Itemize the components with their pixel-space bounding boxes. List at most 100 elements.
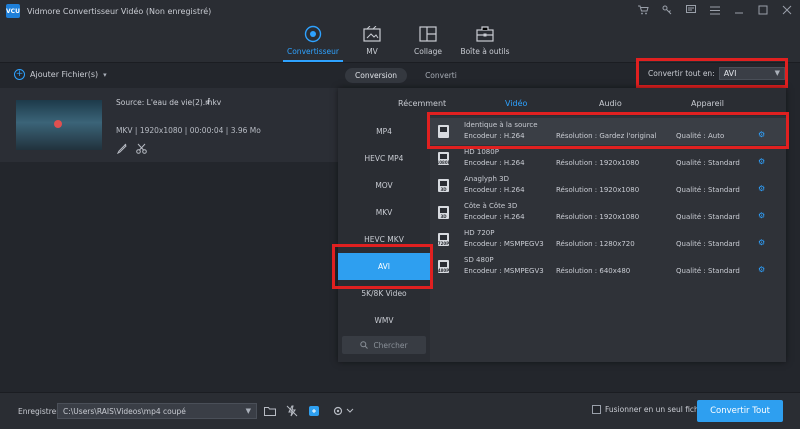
save-path-value: C:\Users\RAIS\Videos\mp4 coupé — [63, 406, 186, 416]
convert-icon — [303, 24, 323, 44]
video-thumbnail[interactable] — [16, 100, 102, 150]
preset-resolution: Résolution : 640x480 — [556, 267, 631, 275]
preset-resolution: Résolution : 1280x720 — [556, 240, 635, 248]
preset-row[interactable]: 720P HD 720P Encodeur : MSMPEGV3 Résolut… — [430, 226, 786, 253]
app-logo-icon: VCU — [6, 4, 20, 18]
video-720p-icon: 720P — [438, 233, 449, 246]
tab-device[interactable]: Appareil — [691, 99, 724, 108]
file-item[interactable]: Source: L'eau de vie(2).mkv i MKV | 1920… — [0, 88, 338, 162]
tab-label: Collage — [414, 47, 442, 56]
bottom-bar: Enregistrer: C:\Users\RAIS\Videos\mp4 co… — [0, 392, 800, 429]
preset-resolution: Résolution : 1920x1080 — [556, 186, 640, 194]
merge-checkbox[interactable] — [592, 405, 601, 414]
settings-gear-icon[interactable] — [330, 403, 356, 419]
tab-collage[interactable]: Collage — [398, 24, 458, 60]
search-icon — [360, 341, 369, 349]
format-item-mkv[interactable]: MKV — [338, 199, 430, 226]
toolbox-icon — [475, 24, 495, 44]
minimize-icon[interactable] — [732, 3, 746, 17]
preset-encoder: Encodeur : H.264 — [464, 159, 525, 167]
add-files-button[interactable]: + Ajouter Fichier(s) ▾ — [14, 69, 107, 80]
merge-option[interactable]: Fusionner en un seul fichier — [592, 405, 709, 414]
save-path-select[interactable]: C:\Users\RAIS\Videos\mp4 coupé ▼ — [57, 403, 257, 419]
preset-resolution: Résolution : 1920x1080 — [556, 159, 640, 167]
gpu-accel-off-icon[interactable] — [284, 403, 300, 419]
preset-row[interactable]: 3D Côte à Côte 3D Encodeur : H.264 Résol… — [430, 199, 786, 226]
plus-icon: + — [14, 69, 25, 80]
maximize-icon[interactable] — [756, 3, 770, 17]
preset-row[interactable]: 1080P HD 1080P Encodeur : H.264 Résoluti… — [430, 145, 786, 172]
convert-all-label: Convertir tout en: — [648, 68, 715, 78]
file-meta: MKV | 1920x1080 | 00:00:04 | 3.96 Mo — [116, 126, 261, 135]
convert-all-value: AVI — [723, 68, 737, 78]
tab-video[interactable]: Vidéo — [505, 99, 527, 108]
edit-icon[interactable] — [116, 142, 128, 154]
gear-icon[interactable]: ⚙ — [758, 157, 765, 166]
preset-name: Anaglyph 3D — [464, 175, 509, 183]
format-item-mov[interactable]: MOV — [338, 172, 430, 199]
video-480p-icon: 480P — [438, 260, 449, 273]
title-bar: VCU Vidmore Convertisseur Vidéo (Non enr… — [0, 0, 800, 22]
format-highlight-box — [332, 244, 433, 289]
main-toolbar: Convertisseur MV Collage Boîte à outils — [0, 22, 800, 62]
collage-icon — [418, 24, 438, 44]
feedback-icon[interactable] — [684, 3, 698, 17]
preset-highlight-box — [427, 112, 789, 149]
tab-toolbox[interactable]: Boîte à outils — [455, 24, 515, 60]
preset-row[interactable]: 480P SD 480P Encodeur : MSMPEGV3 Résolut… — [430, 253, 786, 280]
video-3d-icon: 3D — [438, 206, 449, 219]
preset-list: Identique à la source Encodeur : H.264 R… — [430, 116, 786, 362]
merge-label: Fusionner en un seul fichier — [605, 405, 709, 414]
chevron-down-icon: ▼ — [774, 69, 780, 77]
hardware-accel-icon[interactable] — [306, 403, 322, 419]
tab-audio[interactable]: Audio — [599, 99, 622, 108]
key-icon[interactable] — [660, 3, 674, 17]
preset-quality: Qualité : Standard — [676, 240, 740, 248]
preset-name: HD 1080P — [464, 148, 499, 156]
chevron-down-icon: ▼ — [245, 407, 251, 415]
preset-name: SD 480P — [464, 256, 494, 264]
tab-recent[interactable]: Récemment — [398, 99, 446, 108]
cart-icon[interactable] — [636, 3, 650, 17]
preset-resolution: Résolution : 1920x1080 — [556, 213, 640, 221]
folder-icon[interactable] — [262, 403, 278, 419]
preset-encoder: Encodeur : MSMPEGV3 — [464, 240, 544, 248]
preset-quality: Qualité : Standard — [676, 186, 740, 194]
gear-icon[interactable]: ⚙ — [758, 211, 765, 220]
search-placeholder: Chercher — [373, 340, 408, 350]
info-icon[interactable]: i — [207, 97, 210, 106]
tab-mv[interactable]: MV — [342, 24, 402, 60]
close-icon[interactable] — [780, 3, 794, 17]
tab-converting[interactable]: Conversion — [345, 68, 408, 83]
chevron-down-icon[interactable]: ▾ — [103, 71, 107, 79]
add-files-label: Ajouter Fichier(s) — [30, 70, 99, 79]
preset-quality: Qualité : Standard — [676, 213, 740, 221]
source-filename: Source: L'eau de vie(2).mkv — [116, 98, 222, 107]
format-item-wmv[interactable]: WMV — [338, 307, 430, 334]
tab-label: Convertisseur — [286, 47, 339, 56]
tab-label: MV — [366, 47, 378, 56]
video-3d-icon: 3D — [438, 179, 449, 192]
preset-encoder: Encodeur : H.264 — [464, 186, 525, 194]
menu-icon[interactable] — [708, 3, 722, 17]
save-label: Enregistrer: — [18, 407, 62, 416]
preset-encoder: Encodeur : MSMPEGV3 — [464, 267, 544, 275]
gear-icon[interactable]: ⚙ — [758, 184, 765, 193]
tab-converter[interactable]: Convertisseur — [283, 24, 343, 62]
format-item-hevc-mp4[interactable]: HEVC MP4 — [338, 145, 430, 172]
preset-quality: Qualité : Standard — [676, 267, 740, 275]
gear-icon[interactable]: ⚙ — [758, 238, 765, 247]
window-controls — [636, 3, 794, 17]
format-item-mp4[interactable]: MP4 — [338, 118, 430, 145]
cut-icon[interactable] — [135, 142, 147, 154]
preset-row[interactable]: 3D Anaglyph 3D Encodeur : H.264 Résoluti… — [430, 172, 786, 199]
video-1080p-icon: 1080P — [436, 152, 451, 165]
tab-converted[interactable]: Converti — [415, 68, 467, 83]
convert-all-control: Convertir tout en: AVI ▼ — [636, 58, 788, 88]
gear-icon[interactable]: ⚙ — [758, 265, 765, 274]
format-search-input[interactable]: Chercher — [342, 336, 426, 354]
format-list: MP4 HEVC MP4 MOV MKV HEVC MKV AVI 5K/8K … — [338, 116, 430, 362]
window-title: Vidmore Convertisseur Vidéo (Non enregis… — [27, 6, 212, 16]
convert-all-button[interactable]: Convertir Tout — [697, 400, 783, 422]
convert-all-select[interactable]: AVI ▼ — [718, 66, 785, 80]
